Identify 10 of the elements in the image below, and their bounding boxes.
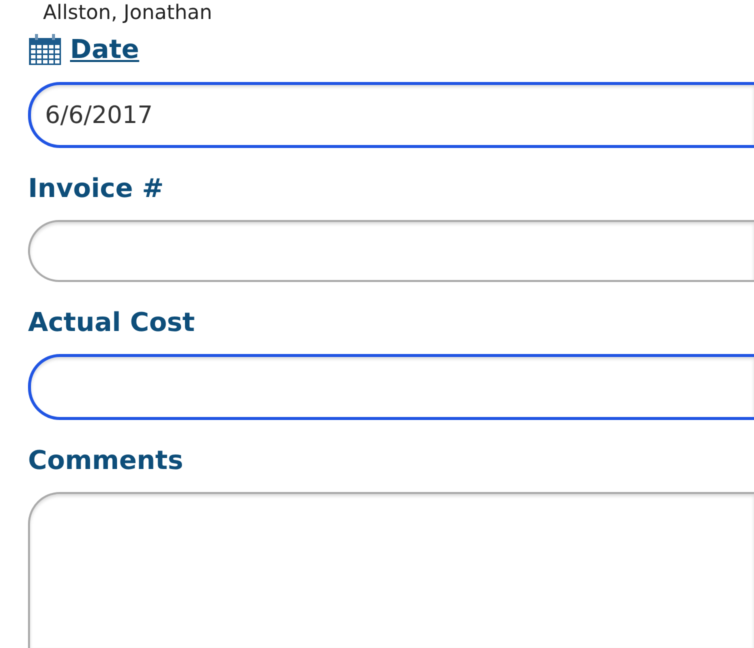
field-label: Comments	[28, 446, 184, 476]
date-field[interactable]: 6/6/2017	[28, 82, 754, 148]
input-field[interactable]	[28, 220, 754, 282]
field-label: Actual Cost	[28, 308, 196, 338]
field-label: Invoice #	[28, 174, 165, 204]
assignee-name: Allston, Jonathan	[43, 0, 212, 24]
calendar-icon	[28, 34, 62, 66]
input-field[interactable]	[28, 354, 754, 420]
comments-field[interactable]	[28, 492, 754, 648]
date-link[interactable]: Date	[70, 35, 140, 65]
